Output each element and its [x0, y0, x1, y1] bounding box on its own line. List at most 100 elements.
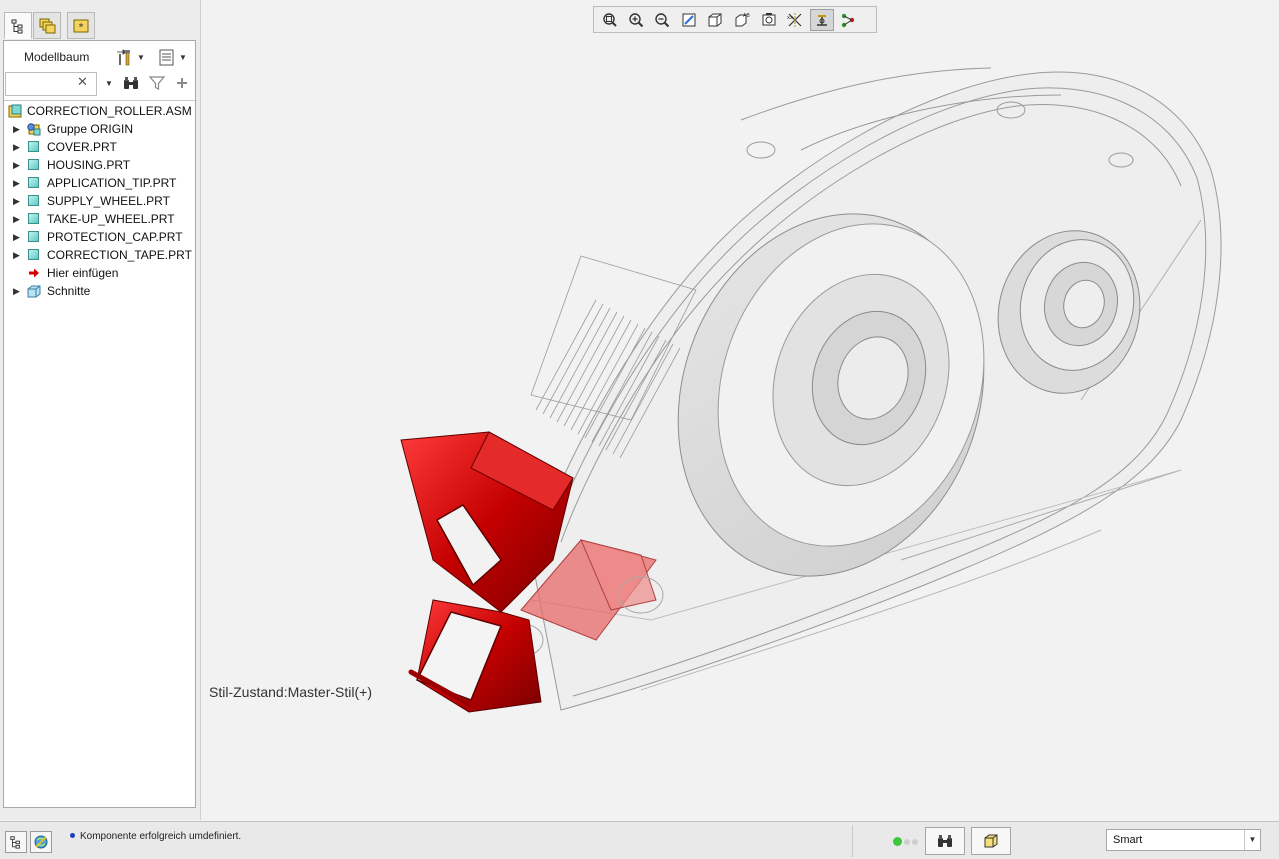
annotation-display-button[interactable] — [809, 8, 834, 31]
svg-text:xx: xx — [787, 15, 793, 21]
chevron-down-icon[interactable]: ▼ — [1244, 830, 1260, 850]
search-history-chevron-icon[interactable]: ▼ — [105, 79, 113, 88]
tree-item-protection-cap[interactable]: ▶ PROTECTION_CAP.PRT — [4, 228, 195, 246]
assembly-icon — [8, 104, 22, 118]
view-manager-icon — [762, 12, 776, 25]
left-navigator-panel: * Modellbaum ▼ ▼ ✕ ▼ CORRECTION_ROLLER.A… — [0, 0, 201, 820]
display-style-icon — [708, 13, 722, 26]
tree-root-assembly[interactable]: CORRECTION_ROLLER.ASM — [4, 102, 195, 120]
model-tree-header: Modellbaum ▼ ▼ — [4, 41, 195, 71]
tree-item-label: PROTECTION_CAP.PRT — [47, 230, 183, 244]
layers-icon — [39, 18, 56, 33]
find-button[interactable] — [925, 827, 965, 855]
message-bullet-icon — [70, 833, 75, 838]
model-tree-toggle-icon — [10, 836, 20, 849]
refit-icon — [603, 12, 617, 27]
browser-toggle-button[interactable] — [30, 831, 52, 853]
part-icon — [26, 158, 41, 172]
model-tree-toggle-button[interactable] — [5, 831, 27, 853]
tree-item-insert-here[interactable]: Hier einfügen — [4, 264, 195, 282]
zoom-out-button[interactable] — [650, 9, 674, 31]
expand-triangle-icon[interactable]: ▶ — [13, 192, 20, 210]
part-icon — [26, 194, 41, 208]
chevron-down-icon: ▼ — [137, 52, 145, 62]
binoculars-icon — [938, 835, 952, 847]
refit-button[interactable] — [597, 9, 621, 31]
favorites-tab[interactable]: * — [67, 12, 95, 39]
tree-columns-button[interactable]: ▼ — [158, 46, 187, 68]
tree-settings-icon — [117, 49, 130, 66]
tree-item-label: Hier einfügen — [47, 266, 119, 280]
style-state-label: Stil-Zustand:Master-Stil(+) — [209, 684, 372, 700]
navigator-tabs: * — [4, 12, 196, 40]
expand-triangle-icon[interactable]: ▶ — [13, 228, 20, 246]
tree-filter-button[interactable] — [148, 74, 166, 95]
expand-triangle-icon[interactable]: ▶ — [13, 210, 20, 228]
display-style-button[interactable] — [703, 9, 727, 31]
graphics-viewport[interactable]: AB xx Stil-Zustand:Master-Stil(+) — [201, 0, 1279, 820]
tree-item-supply-wheel[interactable]: ▶ SUPPLY_WHEEL.PRT — [4, 192, 195, 210]
status-led-icon — [904, 839, 910, 845]
tree-item-housing[interactable]: ▶ HOUSING.PRT — [4, 156, 195, 174]
datum-display-button[interactable]: xx — [783, 9, 807, 31]
model-tree-list: CORRECTION_ROLLER.ASM ▶ Gruppe ORIGIN ▶ … — [4, 102, 195, 300]
tree-item-label: Schnitte — [47, 284, 91, 298]
expand-triangle-icon[interactable]: ▶ — [13, 246, 20, 264]
part-icon — [26, 140, 41, 154]
model-tree-icon — [11, 19, 23, 33]
repaint-button[interactable] — [677, 9, 701, 31]
clear-search-icon[interactable]: ✕ — [77, 74, 88, 90]
status-led-icon — [893, 837, 902, 846]
zoom-in-icon — [628, 12, 643, 27]
insert-here-arrow-icon — [29, 268, 39, 278]
find-button[interactable] — [122, 74, 140, 95]
tree-item-take-up-wheel[interactable]: ▶ TAKE-UP_WHEEL.PRT — [4, 210, 195, 228]
tree-item-sections[interactable]: ▶ Schnitte — [4, 282, 195, 300]
repaint-icon — [682, 13, 696, 26]
layers-tab[interactable] — [33, 12, 61, 39]
chevron-down-icon: ▼ — [179, 52, 187, 62]
model-tree-frame: Modellbaum ▼ ▼ ✕ ▼ CORRECTION_ROLLER.ASM… — [3, 40, 196, 808]
3d-box-icon — [984, 834, 998, 848]
tree-settings-button[interactable]: ▼ — [114, 46, 145, 68]
tree-item-correction-tape[interactable]: ▶ CORRECTION_TAPE.PRT — [4, 246, 195, 264]
tree-item-label: TAKE-UP_WHEEL.PRT — [47, 212, 175, 226]
datum-display-icon: xx — [787, 12, 802, 27]
expand-triangle-icon[interactable]: ▶ — [13, 156, 20, 174]
status-led-icon — [912, 839, 918, 845]
tree-item-label: CORRECTION_ROLLER.ASM — [27, 104, 192, 118]
saved-orientations-button[interactable]: AB — [730, 9, 754, 31]
expand-triangle-icon[interactable]: ▶ — [13, 120, 20, 138]
part-icon — [26, 230, 41, 244]
model-tree-tab[interactable] — [4, 12, 32, 39]
tree-columns-icon — [159, 49, 174, 66]
selection-filter-select[interactable]: Smart ▼ — [1106, 829, 1261, 851]
zoom-in-button[interactable] — [624, 9, 648, 31]
expand-triangle-icon[interactable]: ▶ — [13, 282, 20, 300]
binoculars-icon — [124, 77, 138, 89]
expand-triangle-icon[interactable]: ▶ — [13, 138, 20, 156]
tree-item-group-origin[interactable]: ▶ Gruppe ORIGIN — [4, 120, 195, 138]
svg-text:*: * — [79, 22, 84, 33]
browser-toggle-icon — [34, 835, 48, 849]
spin-center-button[interactable] — [836, 9, 860, 31]
tree-item-label: HOUSING.PRT — [47, 158, 131, 172]
status-message: Komponente erfolgreich umdefiniert. — [80, 831, 242, 842]
spin-center-icon — [842, 13, 855, 27]
geometry-select-button[interactable] — [971, 827, 1011, 855]
tree-item-label: COVER.PRT — [47, 140, 117, 154]
add-column-button[interactable] — [174, 74, 190, 95]
sections-icon — [27, 285, 41, 298]
tree-item-application-tip[interactable]: ▶ APPLICATION_TIP.PRT — [4, 174, 195, 192]
tree-item-cover[interactable]: ▶ COVER.PRT — [4, 138, 195, 156]
model-tree-title: Modellbaum — [24, 50, 90, 64]
part-icon — [26, 212, 41, 226]
expand-triangle-icon[interactable]: ▶ — [13, 174, 20, 192]
view-toolbar: AB xx — [593, 6, 877, 33]
zoom-out-icon — [655, 12, 670, 27]
tree-search-row: ✕ ▼ — [4, 71, 195, 99]
tree-item-label: SUPPLY_WHEEL.PRT — [47, 194, 170, 208]
part-icon — [26, 176, 41, 190]
divider — [4, 100, 195, 101]
view-manager-button[interactable] — [757, 9, 781, 31]
